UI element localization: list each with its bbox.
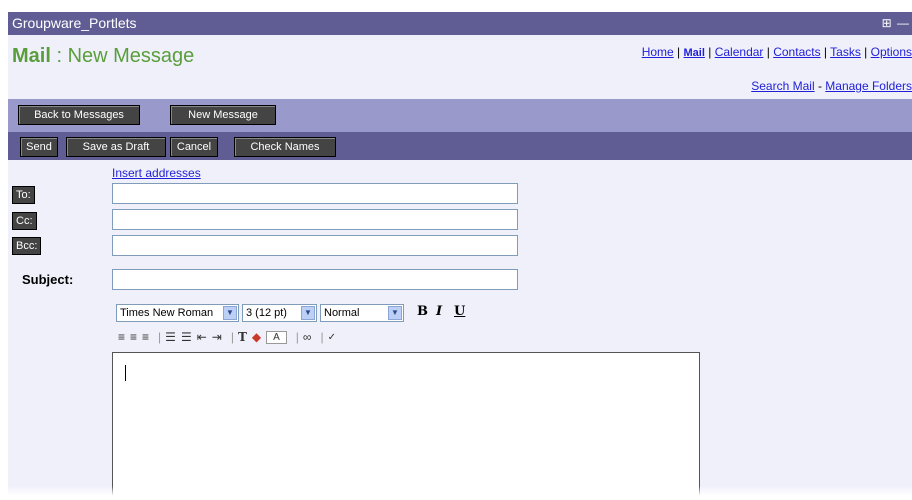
size-select-value: 3 (12 pt) [246,307,287,319]
subject-field[interactable] [112,269,518,290]
bcc-field[interactable] [112,235,518,256]
nav-options[interactable]: Options [871,45,912,59]
new-message-button[interactable]: New Message [170,105,276,125]
portlet-title-bar: Groupware_Portlets ⊞ — [8,12,912,35]
to-field[interactable] [112,183,518,204]
style-select[interactable]: Normal ▼ [320,304,404,322]
bcc-button[interactable]: Bcc: [12,237,42,255]
nav-mail[interactable]: Mail [684,47,705,59]
message-nav-bar: Back to Messages New Message [8,99,912,132]
search-mail-link[interactable]: Search Mail [751,79,814,93]
message-body-editor[interactable] [112,352,700,500]
font-select-value: Times New Roman [120,307,214,319]
toolbar-divider: | [295,330,299,344]
size-select[interactable]: 3 (12 pt) ▼ [242,304,317,322]
portlet-controls-icon[interactable]: ⊞ — [882,12,910,35]
align-left-icon[interactable]: ≡ [118,330,125,344]
cc-button[interactable]: Cc: [12,212,37,230]
highlight-color-icon[interactable]: ◆ [252,330,261,344]
portlet-title: Groupware_Portlets [12,15,137,31]
compose-form: Insert addresses To: Cc: Bcc: Subject: T… [8,160,912,500]
title-separator: : [50,45,68,67]
top-nav: Home | Mail | Calendar | Contacts | Task… [641,45,912,59]
underline-button[interactable]: U [454,304,465,319]
bold-button[interactable]: B [417,304,428,319]
align-center-icon[interactable]: ≡ [130,330,137,344]
font-color-icon[interactable]: A [266,330,287,344]
chevron-down-icon: ▼ [223,306,237,320]
mail-header: Mail : New Message Home | Mail | Calenda… [8,35,912,99]
remove-format-icon[interactable]: T [238,330,247,344]
send-button[interactable]: Send [20,137,58,157]
bullet-list-icon[interactable]: ☰ [181,330,192,344]
manage-folders-link[interactable]: Manage Folders [825,79,912,93]
page-subtitle: New Message [67,45,195,67]
app-name: Mail [12,45,51,67]
save-draft-button[interactable]: Save as Draft [66,137,166,157]
to-button[interactable]: To: [12,186,35,204]
outdent-icon[interactable]: ⇤ [197,330,207,344]
nav-contacts[interactable]: Contacts [773,45,820,59]
check-names-button[interactable]: Check Names [234,137,336,157]
align-right-icon[interactable]: ≡ [142,330,149,344]
toolbar-divider: | [320,330,324,344]
spellcheck-icon[interactable]: ✓ [328,332,336,343]
subject-label: Subject: [22,272,74,287]
link-icon[interactable]: ∞ [303,330,312,344]
format-toolbar: ≡ ≡ ≡ | ☰ ☰ ⇤ ⇥ | T ◆ A | ∞ | ✓ [118,328,341,346]
subnav-separator: - [814,79,826,93]
page-title: Mail : New Message [12,45,194,68]
toolbar-divider: | [158,330,162,344]
chevron-down-icon: ▼ [388,306,402,320]
back-to-messages-button[interactable]: Back to Messages [18,105,140,125]
compose-actions-bar: Send Save as Draft Cancel Check Names [8,132,912,160]
toolbar-divider: | [230,330,234,344]
nav-tasks[interactable]: Tasks [830,45,861,59]
chevron-down-icon: ▼ [301,306,315,320]
cc-field[interactable] [112,209,518,230]
nav-home[interactable]: Home [642,45,674,59]
nav-calendar[interactable]: Calendar [715,45,764,59]
italic-button[interactable]: I [436,304,442,319]
numbered-list-icon[interactable]: ☰ [165,330,176,344]
cancel-button[interactable]: Cancel [170,137,218,157]
indent-icon[interactable]: ⇥ [212,330,222,344]
style-select-value: Normal [324,307,360,319]
font-select[interactable]: Times New Roman ▼ [116,304,239,322]
torn-edge [0,486,912,500]
insert-addresses-link[interactable]: Insert addresses [112,166,201,180]
text-caret [125,365,126,381]
mail-subnav: Search Mail - Manage Folders [751,79,912,93]
